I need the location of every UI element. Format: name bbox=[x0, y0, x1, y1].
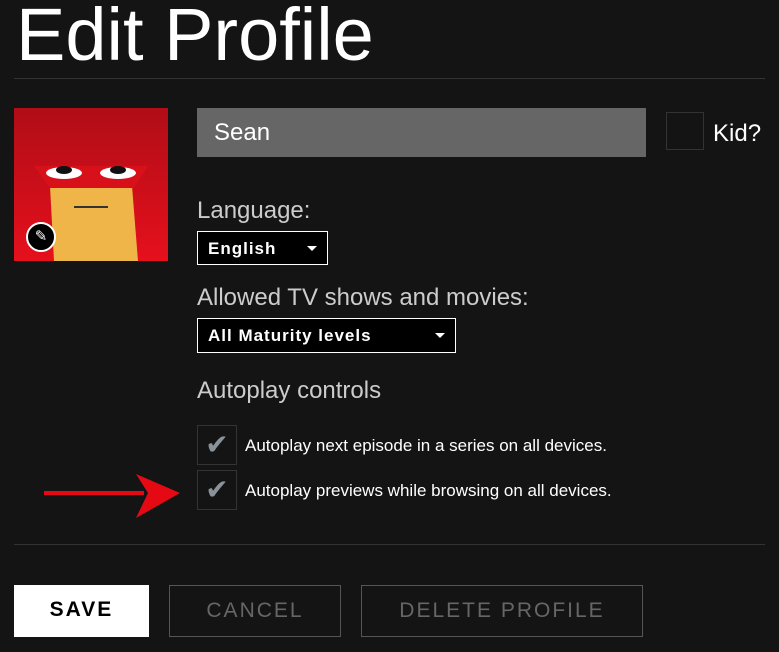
maturity-value: All Maturity levels bbox=[208, 326, 372, 345]
save-button[interactable]: SAVE bbox=[14, 585, 149, 637]
maturity-label: Allowed TV shows and movies: bbox=[197, 284, 529, 311]
delete-profile-button[interactable]: DELETE PROFILE bbox=[361, 585, 643, 637]
kid-checkbox[interactable] bbox=[666, 112, 704, 150]
language-select[interactable]: English bbox=[197, 231, 328, 265]
language-value: English bbox=[208, 239, 277, 258]
avatar[interactable]: ✎ bbox=[14, 108, 168, 261]
autoplay-next-episode-label: Autoplay next episode in a series on all… bbox=[245, 436, 607, 455]
autoplay-heading: Autoplay controls bbox=[197, 377, 382, 404]
caret-down-icon bbox=[435, 333, 445, 338]
red-arrow-annotation bbox=[44, 474, 180, 518]
page-title: Edit Profile bbox=[16, 0, 374, 76]
caret-down-icon bbox=[307, 246, 317, 251]
checkmark-icon: ✔ bbox=[205, 429, 229, 460]
language-label: Language: bbox=[197, 197, 311, 224]
profile-name-input[interactable]: Sean bbox=[197, 108, 646, 157]
maturity-select[interactable]: All Maturity levels bbox=[197, 318, 456, 353]
divider bbox=[14, 78, 765, 79]
checkmark-icon: ✔ bbox=[205, 474, 229, 505]
divider bbox=[14, 544, 765, 545]
edit-pencil-icon[interactable]: ✎ bbox=[26, 222, 56, 252]
autoplay-previews-label: Autoplay previews while browsing on all … bbox=[245, 481, 612, 500]
autoplay-previews-checkbox[interactable]: ✔ bbox=[197, 470, 237, 510]
autoplay-next-episode-checkbox[interactable]: ✔ bbox=[197, 425, 237, 465]
kid-label: Kid? bbox=[713, 120, 762, 147]
cancel-button[interactable]: CANCEL bbox=[169, 585, 341, 637]
